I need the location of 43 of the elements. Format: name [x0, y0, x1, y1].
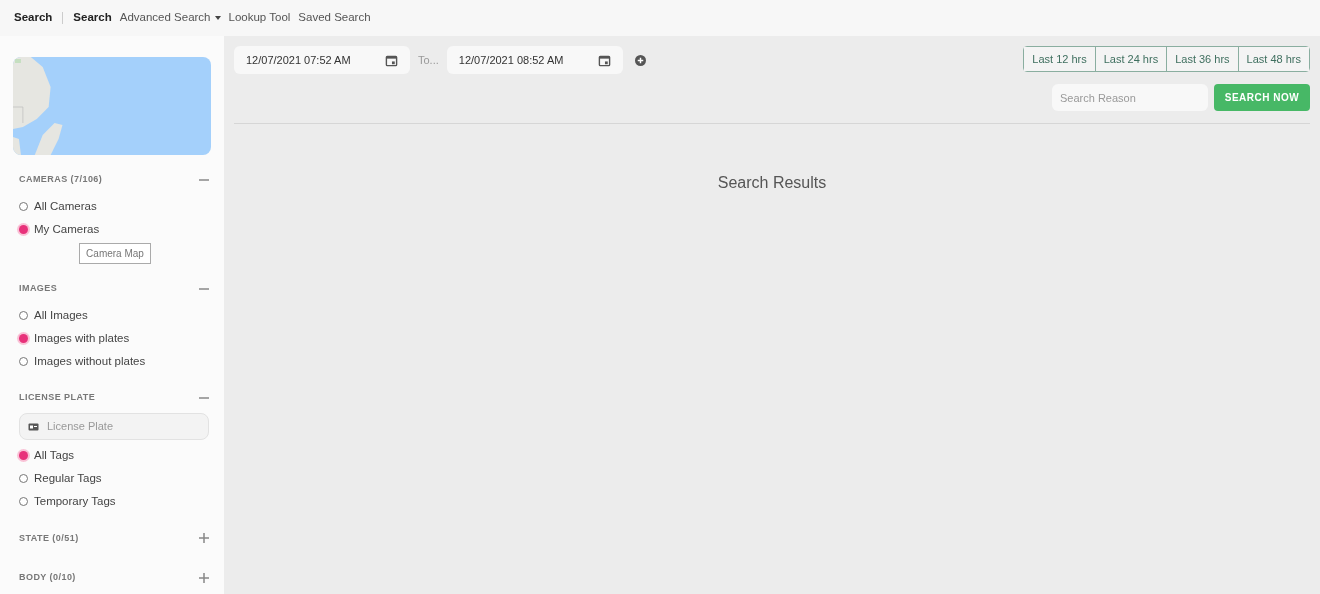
- nav-link[interactable]: Lookup Tool: [228, 9, 291, 27]
- nav-link[interactable]: Search: [73, 9, 112, 27]
- section-title: IMAGES: [19, 282, 58, 295]
- section-title: LICENSE PLATE: [19, 391, 96, 405]
- time-range-button[interactable]: Last 12 hrs: [1024, 47, 1095, 71]
- radio-option[interactable]: Temporary Tags: [19, 490, 211, 514]
- nav-link[interactable]: Saved Search: [298, 9, 371, 27]
- nav-link[interactable]: Advanced Search: [119, 9, 221, 27]
- section-title: BODY (0/10): [19, 571, 76, 584]
- calendar-icon[interactable]: [385, 53, 398, 67]
- add-icon[interactable]: [634, 54, 646, 66]
- end-date-field[interactable]: 12/07/2021 08:52 AM: [446, 46, 623, 74]
- section-title: STATE (0/51): [19, 531, 79, 545]
- calendar-icon[interactable]: [597, 53, 611, 67]
- radio-button[interactable]: [19, 450, 28, 460]
- radio-option[interactable]: All Tags: [19, 443, 211, 467]
- radio-option[interactable]: All Cameras: [19, 194, 211, 218]
- radio-button[interactable]: [19, 357, 28, 367]
- expand-icon[interactable]: [199, 533, 209, 544]
- radio-option[interactable]: Regular Tags: [19, 467, 211, 491]
- section-title: CAMERAS (7/106): [19, 173, 103, 186]
- camera-map-button[interactable]: Camera Map: [79, 243, 151, 264]
- radio-option[interactable]: All Images: [19, 303, 211, 327]
- radio-option[interactable]: Images with plates: [19, 326, 211, 350]
- time-range-button[interactable]: Last 48 hrs: [1237, 47, 1309, 71]
- search-reason-field[interactable]: Search Reason: [1052, 84, 1208, 111]
- radio-button[interactable]: [19, 333, 28, 343]
- expand-icon[interactable]: [199, 572, 209, 583]
- radio-button[interactable]: [19, 310, 28, 320]
- license-plate-field[interactable]: License Plate: [19, 412, 209, 440]
- radio-button[interactable]: [19, 201, 28, 211]
- id-card-icon: [28, 422, 39, 431]
- start-date-field[interactable]: 12/07/2021 07:52 AM: [234, 46, 410, 74]
- time-range-button[interactable]: Last 36 hrs: [1166, 47, 1238, 71]
- radio-button[interactable]: [19, 224, 28, 234]
- radio-option[interactable]: Images without plates: [19, 350, 211, 374]
- radio-button[interactable]: [19, 497, 28, 507]
- radio-option[interactable]: My Cameras: [19, 217, 211, 241]
- radio-button[interactable]: [19, 474, 28, 484]
- page-title: Search: [14, 10, 53, 26]
- results-heading: Search Results: [717, 173, 827, 193]
- date-separator: To...: [418, 52, 439, 68]
- time-range-button[interactable]: Last 24 hrs: [1094, 47, 1167, 71]
